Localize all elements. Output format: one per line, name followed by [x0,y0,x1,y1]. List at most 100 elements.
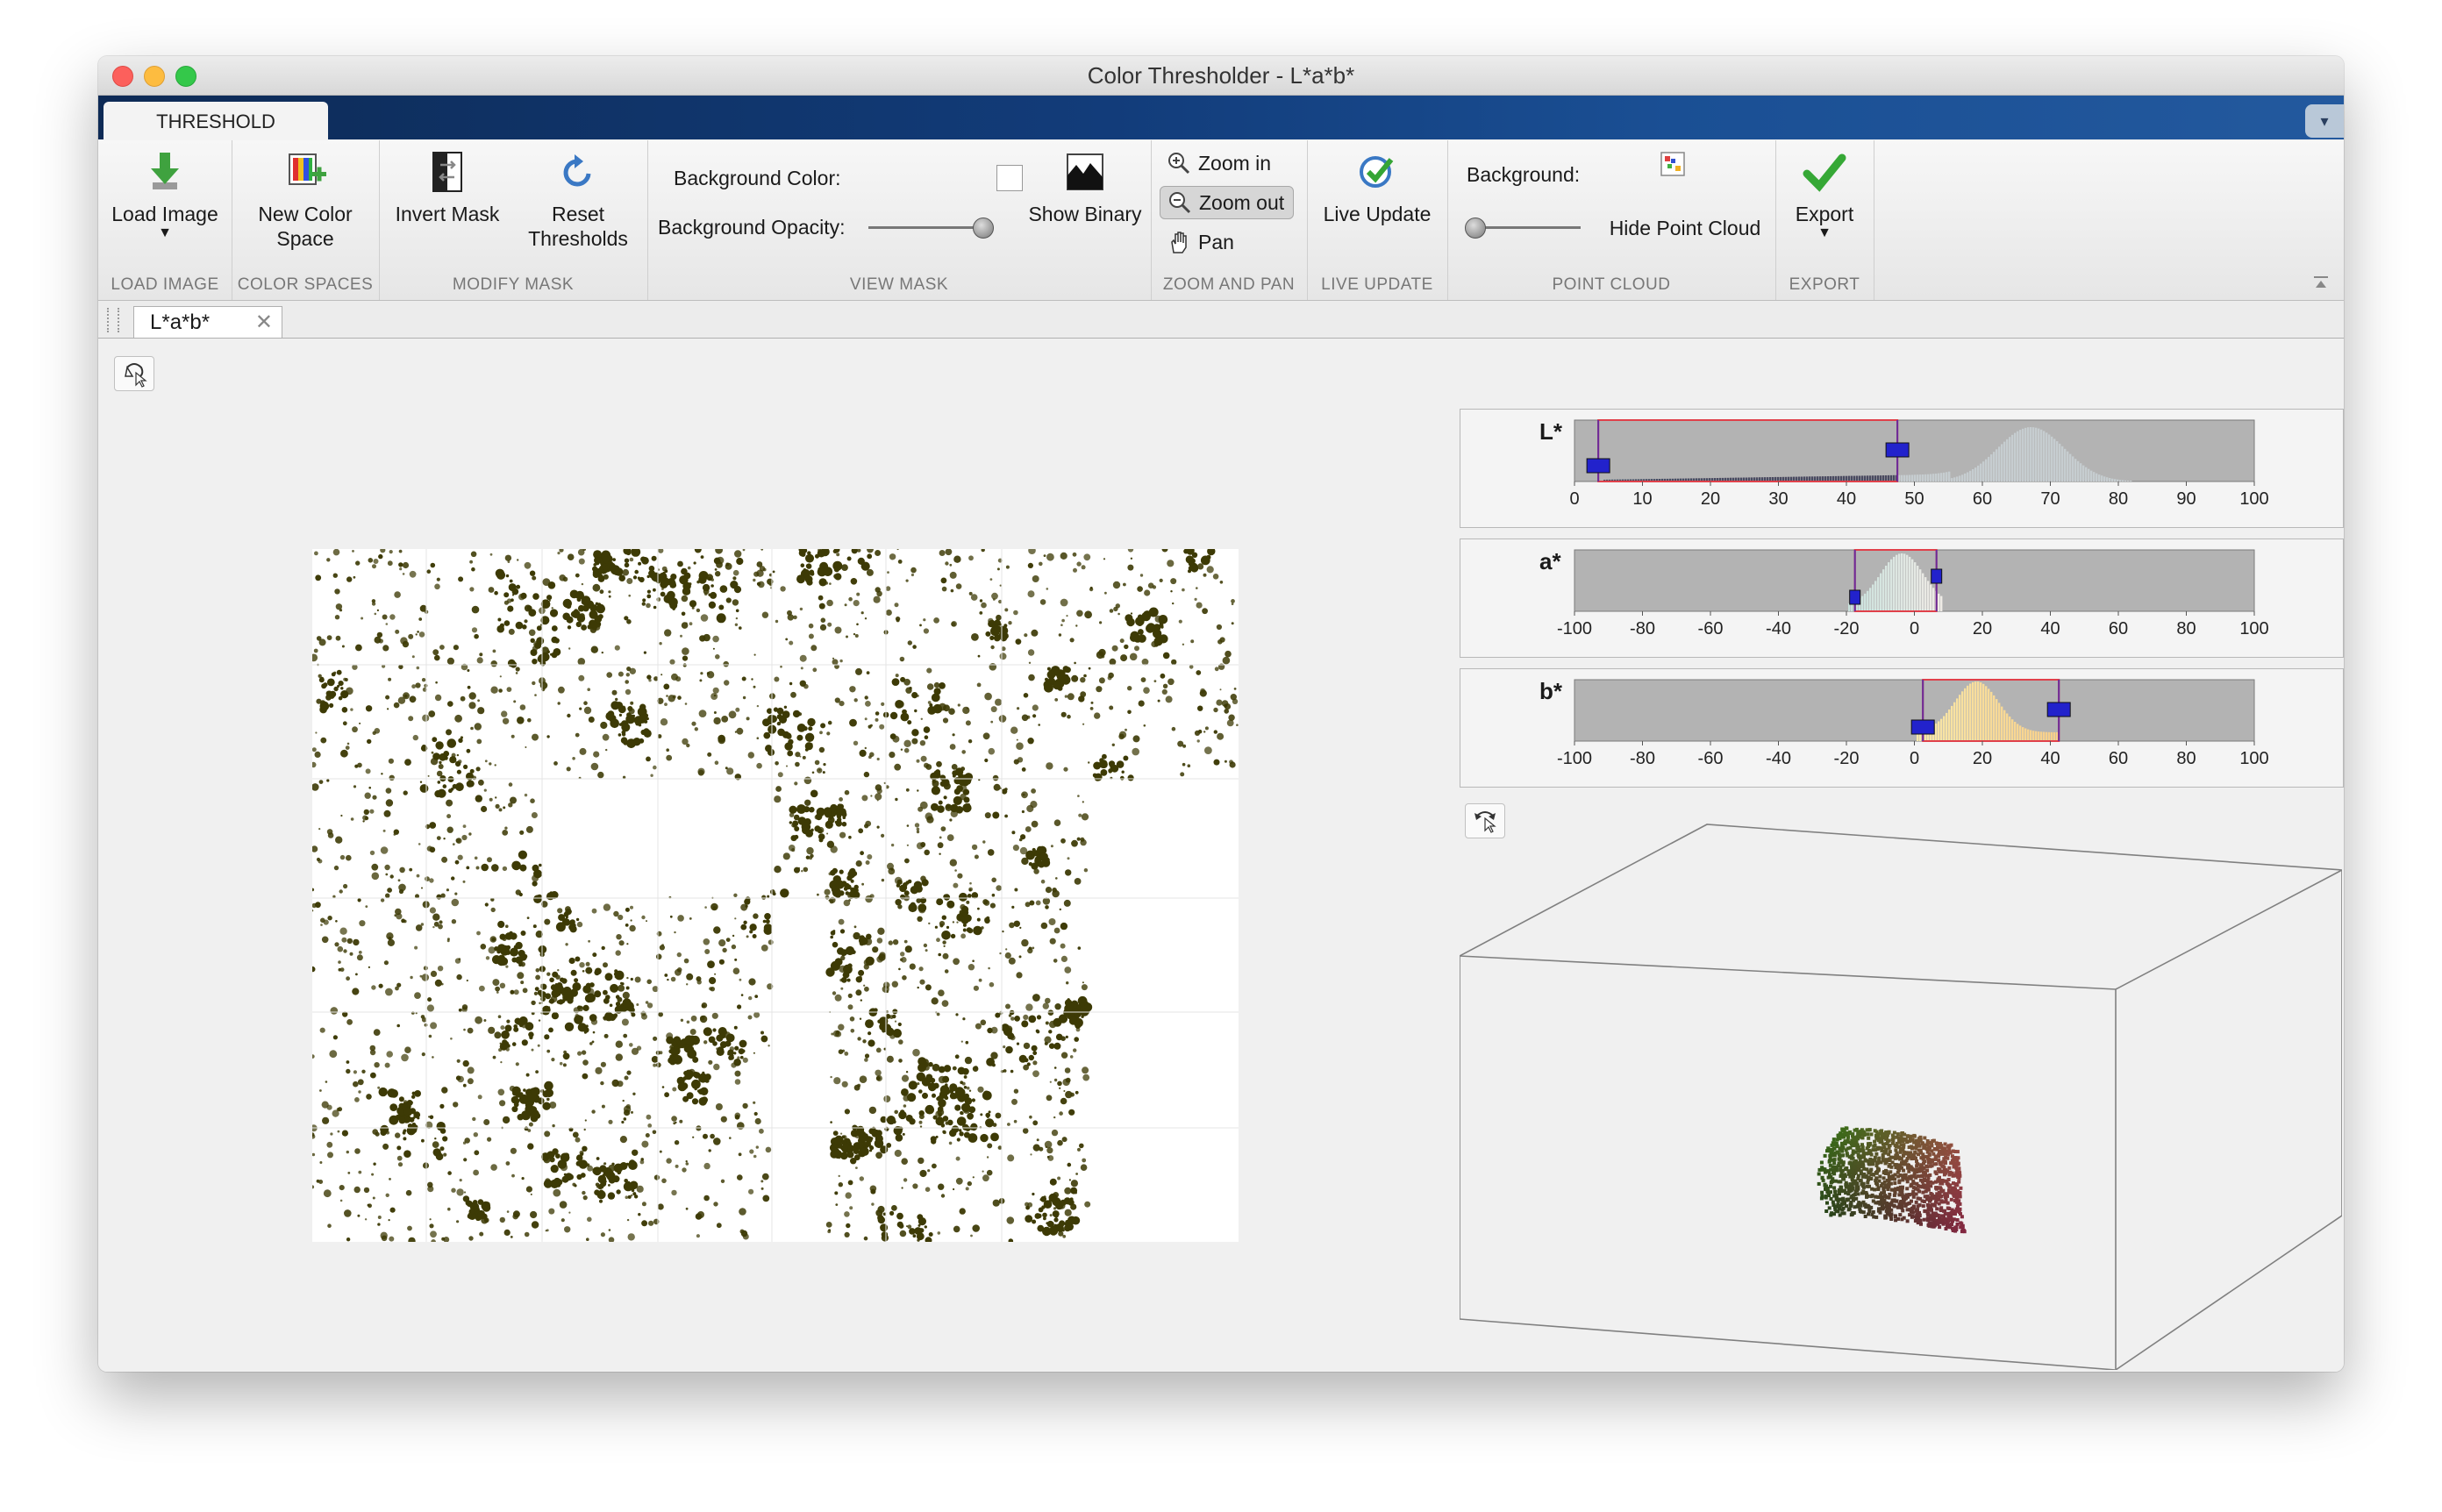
tick-label: 20 [1701,489,1720,509]
cloud-point [1952,1158,1956,1162]
cloud-point [1857,1149,1860,1153]
histogram-bar [1890,474,1893,481]
histogram-bar [1980,463,1982,481]
cloud-point [1823,1153,1827,1158]
cloud-point [1841,1163,1846,1167]
zoom-in-button[interactable]: Zoom in [1160,147,1280,179]
load-image-button[interactable]: Load Image ▼ [105,147,225,240]
cloud-point [1928,1195,1931,1200]
cloud-point [1866,1180,1870,1185]
cloud-point [1918,1196,1923,1201]
threshold-handle-max[interactable] [2046,702,2071,717]
show-binary-button[interactable]: Show Binary [1021,147,1149,226]
tick-label: -60 [1698,749,1724,768]
tick-label: 40 [1837,489,1856,509]
tab-threshold[interactable]: THRESHOLD [104,102,328,140]
histogram-b-plot[interactable]: -100 -80 -60 -40 -20 0 20 40 60 80 100 [1460,669,2343,787]
histogram-bar [1890,559,1893,611]
reset-thresholds-button[interactable]: Reset Thresholds [514,147,642,251]
cloud-point [1911,1206,1916,1210]
threshold-handle-min[interactable] [1586,458,1610,474]
cloud-point [1934,1186,1939,1190]
cloud-point [1892,1198,1896,1202]
point-cloud-3d-view[interactable] [1460,795,2342,1370]
cloud-point [1880,1138,1884,1142]
cloud-point [1930,1158,1934,1162]
histogram-bar [1932,474,1935,481]
close-tab-icon[interactable]: ✕ [255,307,273,339]
background-color-label: Background Color: [674,167,841,189]
masked-image[interactable] [312,549,1239,1242]
threshold-handle-min[interactable] [1910,719,1935,735]
histogram-bar [2067,451,2069,481]
cloud-point [1923,1173,1927,1177]
histogram-bar [2014,432,2017,481]
histogram-bar [1998,703,2001,741]
cloud-point [1955,1150,1960,1154]
cloud-point [1837,1157,1841,1161]
background-color-swatch[interactable] [996,165,1023,191]
histogram-bar [1909,556,1911,611]
export-button[interactable]: Export ▼ [1779,147,1870,240]
threshold-handle-max[interactable] [1931,568,1943,584]
cloud-point [1911,1195,1916,1199]
cloud-point [1915,1167,1919,1172]
cloud-point [1951,1173,1955,1178]
histogram-bar [1901,474,1903,481]
cloud-point [1915,1159,1918,1163]
invert-mask-button[interactable]: Invert Mask [386,147,509,226]
cloud-point [1851,1149,1855,1153]
cloud-point [1868,1157,1873,1161]
cloud-point [1865,1146,1869,1151]
close-window-button[interactable] [112,66,133,87]
tick-label: 0 [1910,749,1919,768]
histogram-a-plot[interactable]: -100 -80 -60 -40 -20 0 20 40 60 80 100 [1460,539,2343,657]
histogram-l-plot[interactable]: 0 10 20 30 40 50 60 70 80 90 100 [1460,410,2343,527]
image-rotate-button[interactable] [114,356,154,391]
collapse-toolstrip-icon[interactable] [2312,274,2330,291]
cloud-point [1946,1206,1950,1210]
histogram-bar [1980,682,1982,741]
reset-label-line2: Thresholds [528,227,628,250]
point-cloud-background-slider-knob[interactable] [1465,218,1486,239]
zoom-out-button[interactable]: Zoom out [1160,186,1295,219]
cloud-point [1831,1177,1835,1181]
pan-button[interactable]: Pan [1160,226,1243,258]
cloud-point [1853,1181,1857,1186]
tab-lab-document[interactable]: L*a*b* ✕ [133,306,282,338]
point-cloud-color-icon[interactable] [1660,151,1686,177]
drag-handle-icon[interactable] [107,308,119,332]
live-update-button[interactable]: Live Update [1314,147,1440,226]
ribbon-menu-button[interactable]: ▾ [2305,104,2344,138]
histogram-bar [2040,731,2043,741]
background-opacity-slider[interactable] [868,226,982,229]
histogram-bar [2043,731,2046,741]
cloud-point [1947,1166,1952,1170]
cloud-point [1856,1192,1860,1196]
histogram-bar [1888,474,1890,481]
histogram-bar [1943,716,1946,741]
cloud-point [1893,1191,1897,1195]
histogram-bar [1930,474,1932,481]
cloud-point [1860,1174,1865,1179]
cloud-point [1922,1217,1926,1222]
tick-label: 10 [1632,489,1652,509]
histogram-bar [1914,562,1917,611]
maximize-window-button[interactable] [175,66,196,87]
cloud-point [1953,1187,1958,1191]
new-color-space-button[interactable]: New Color Space [235,147,375,251]
cloud-point [1848,1174,1853,1179]
histogram-bar [1893,556,1896,611]
tick-label: 100 [2239,749,2268,768]
histogram-bar [1874,581,1877,611]
cloud-point [1886,1172,1890,1176]
threshold-handle-max[interactable] [1885,442,1910,458]
cloud-point [1827,1173,1832,1177]
point-cloud-background-slider[interactable] [1474,226,1581,229]
minimize-window-button[interactable] [144,66,165,87]
background-opacity-slider-knob[interactable] [973,218,994,239]
threshold-handle-min[interactable] [1849,589,1861,605]
histogram-bar [2019,430,2022,481]
hide-point-cloud-button[interactable]: Hide Point Cloud [1602,216,1768,240]
cloud-point [1953,1199,1957,1203]
